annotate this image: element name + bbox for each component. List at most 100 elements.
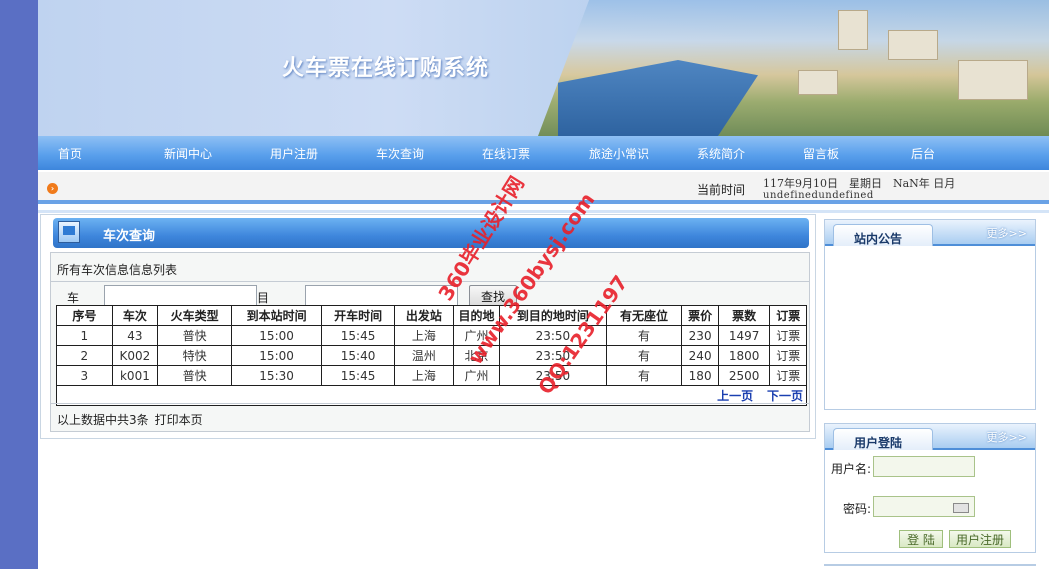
- train-table: 序号 车次 火车类型 到本站时间 开车时间 出发站 目的地 到目的地时间 有无座…: [56, 305, 807, 406]
- cell-origin: 温州: [394, 345, 454, 366]
- col-depart-time: 开车时间: [321, 305, 395, 326]
- divider: [51, 281, 809, 282]
- cell-ticket-count: 1497: [717, 325, 771, 346]
- current-time-value: 117年9月10日 星期日 NaN年 日月: [763, 177, 956, 190]
- nav-news[interactable]: 新闻中心: [164, 145, 212, 162]
- password-label: 密码:: [843, 502, 872, 516]
- divider: [38, 210, 1049, 213]
- login-panel: 用户登陆 更多>> 用户名: 密码: 登 陆 用户注册: [824, 423, 1036, 553]
- col-train-no: 车次: [111, 305, 159, 326]
- record-count-text: 以上数据中共3条: [57, 413, 149, 427]
- prev-page-link[interactable]: 上一页: [717, 389, 753, 403]
- current-time-extra: undefinedundefined: [763, 190, 874, 201]
- divider: [51, 403, 809, 404]
- cell-arrive-time: 15:30: [231, 365, 323, 386]
- col-ticket-count: 票数: [717, 305, 771, 326]
- login-header: 用户登陆 更多>>: [825, 424, 1035, 450]
- col-origin: 出发站: [394, 305, 454, 326]
- cell-ticket-count: 1800: [717, 345, 771, 366]
- panel-header: 车次查询: [53, 218, 809, 248]
- notice-more-link[interactable]: 更多>>: [987, 225, 1027, 241]
- panel-title: 车次查询: [103, 229, 156, 244]
- login-tab: 用户登陆: [833, 428, 933, 450]
- nav-train-search[interactable]: 车次查询: [376, 145, 424, 162]
- nav-online-booking[interactable]: 在线订票: [482, 145, 530, 162]
- list-footer: 以上数据中共3条 打印本页: [57, 411, 203, 428]
- next-page-link[interactable]: 下一页: [767, 389, 803, 403]
- nav-register[interactable]: 用户注册: [270, 145, 318, 162]
- cell-train-no: 43: [111, 325, 159, 346]
- cell-train-no: K002: [111, 345, 159, 366]
- search-button[interactable]: 查找: [469, 285, 517, 307]
- book-ticket-link[interactable]: 订票: [769, 365, 807, 386]
- notice-header: 站内公告 更多>>: [825, 220, 1035, 246]
- notice-panel: 站内公告 更多>>: [824, 219, 1036, 410]
- nav-home[interactable]: 首页: [58, 145, 82, 162]
- notice-title: 站内公告: [854, 232, 903, 246]
- cell-arrive-time: 15:00: [231, 345, 323, 366]
- banner-building: [798, 70, 838, 95]
- cell-price: 180: [681, 365, 719, 386]
- cell-destination: 广州: [452, 365, 501, 386]
- cell-train-type: 普快: [157, 325, 233, 346]
- banner-building: [888, 30, 938, 60]
- col-price: 票价: [681, 305, 719, 326]
- status-bar: › 当前时间 117年9月10日 星期日 NaN年 日月 undefinedun…: [38, 172, 1049, 204]
- cell-dest-arrive-time: 23:50: [499, 325, 607, 346]
- cell-origin: 上海: [394, 365, 454, 386]
- username-input[interactable]: [873, 456, 975, 477]
- monitor-icon: [58, 221, 80, 243]
- banner: 火车票在线订购系统: [38, 0, 1049, 136]
- col-index: 序号: [56, 305, 113, 326]
- keyboard-icon[interactable]: [953, 503, 969, 513]
- cell-dest-arrive-time: 23:50: [499, 365, 607, 386]
- cell-depart-time: 15:45: [321, 365, 395, 386]
- col-seat-available: 有无座位: [605, 305, 683, 326]
- login-button[interactable]: 登 陆: [899, 530, 943, 548]
- cell-index: 2: [56, 345, 113, 366]
- banner-building: [958, 60, 1028, 100]
- train-list-box: 所有车次信息信息列表 车次: 目的地: 查找 序号 车次 火车类型 到本站时间 …: [50, 252, 810, 432]
- nav-guestbook[interactable]: 留言板: [803, 145, 839, 162]
- register-button[interactable]: 用户注册: [949, 530, 1011, 548]
- login-more-link[interactable]: 更多>>: [987, 429, 1027, 445]
- table-row: 2 K002 特快 15:00 15:40 温州 北京 23:50 有 240 …: [56, 345, 807, 366]
- cell-arrive-time: 15:00: [231, 325, 323, 346]
- notice-tab: 站内公告: [833, 224, 933, 246]
- nav-admin[interactable]: 后台: [911, 145, 935, 162]
- col-destination: 目的地: [452, 305, 501, 326]
- main-nav: 首页 新闻中心 用户注册 车次查询 在线订票 旅途小常识 系统简介 留言板 后台: [38, 136, 1049, 170]
- cell-train-no: k001: [111, 365, 159, 386]
- cell-index: 1: [56, 325, 113, 346]
- print-page-link[interactable]: 打印本页: [155, 413, 203, 427]
- cell-dest-arrive-time: 23:50: [499, 345, 607, 366]
- destination-input[interactable]: [305, 285, 458, 306]
- cell-price: 240: [681, 345, 719, 366]
- col-dest-arrive-time: 到目的地时间: [499, 305, 607, 326]
- cell-depart-time: 15:45: [321, 325, 395, 346]
- table-row: 3 k001 普快 15:30 15:45 上海 广州 23:50 有 180 …: [56, 365, 807, 386]
- nav-about[interactable]: 系统简介: [697, 145, 745, 162]
- book-ticket-link[interactable]: 订票: [769, 325, 807, 346]
- table-row: 1 43 普快 15:00 15:45 上海 广州 23:50 有 230 14…: [56, 325, 807, 346]
- banner-building: [838, 10, 868, 50]
- train-no-input[interactable]: [104, 285, 257, 306]
- cell-train-type: 特快: [157, 345, 233, 366]
- cell-seat-available: 有: [605, 325, 683, 346]
- cell-seat-available: 有: [605, 345, 683, 366]
- cell-destination: 广州: [452, 325, 501, 346]
- col-train-type: 火车类型: [157, 305, 233, 326]
- nav-travel-tips[interactable]: 旅途小常识: [589, 145, 649, 162]
- cell-index: 3: [56, 365, 113, 386]
- book-ticket-link[interactable]: 订票: [769, 345, 807, 366]
- cell-price: 230: [681, 325, 719, 346]
- col-arrive-time: 到本站时间: [231, 305, 323, 326]
- arrow-right-icon: ›: [47, 183, 58, 194]
- login-title: 用户登陆: [854, 436, 903, 450]
- list-caption: 所有车次信息信息列表: [57, 263, 178, 277]
- cell-origin: 上海: [394, 325, 454, 346]
- table-header-row: 序号 车次 火车类型 到本站时间 开车时间 出发站 目的地 到目的地时间 有无座…: [56, 305, 807, 326]
- cell-train-type: 普快: [157, 365, 233, 386]
- divider: [824, 564, 1036, 566]
- username-label: 用户名:: [831, 462, 872, 476]
